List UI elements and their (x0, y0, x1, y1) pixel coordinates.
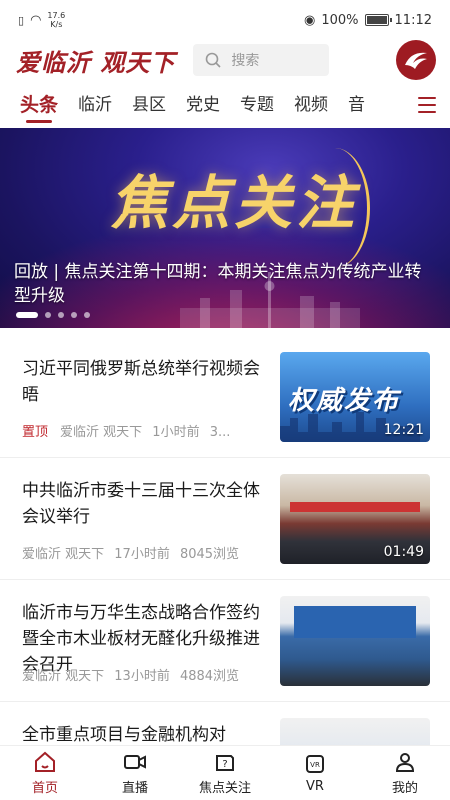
search-box[interactable]: 搜索 (193, 44, 330, 76)
app-logo: 爱临沂 观天下 (16, 47, 176, 77)
banner-title-art: 焦点关注 (110, 169, 359, 237)
carousel-dot[interactable] (58, 312, 64, 318)
news-meta: 爱临沂 观天下 17小时前 8045浏览 (22, 543, 262, 562)
news-item[interactable]: 习近平同俄罗斯总统举行视频会晤 置顶 爱临沂 观天下 1小时前 3... 权威发布… (0, 336, 450, 458)
tab-party-history[interactable]: 党史 (186, 86, 220, 126)
eye-icon: ◉ (304, 12, 316, 28)
category-tabs: 头条 临沂 县区 党史 专题 视频 音 (0, 86, 450, 126)
tab-video[interactable]: 视频 (294, 86, 328, 126)
pinned-badge: 置顶 (22, 425, 49, 440)
menu-icon[interactable] (418, 97, 436, 113)
carousel-indicator (16, 312, 90, 318)
nav-mine[interactable]: 我的 (360, 746, 450, 800)
news-item[interactable]: 临沂市与万华生态战略合作签约暨全市木业板材无醛化升级推进会召开 爱临沂 观天下 … (0, 580, 450, 702)
news-headline: 习近平同俄罗斯总统举行视频会晤 (22, 359, 260, 405)
thumbnail-stage-banner (290, 502, 420, 512)
nav-label: 我的 (391, 781, 418, 796)
video-duration: 12:21 (383, 422, 424, 438)
news-meta: 置顶 爱临沂 观天下 1小时前 3... (22, 421, 262, 440)
thumbnail-screen (294, 606, 416, 638)
news-views: 8045浏览 (179, 547, 240, 562)
tab-topics[interactable]: 专题 (240, 86, 274, 126)
news-thumbnail (280, 596, 430, 686)
vr-headset-icon: VR (306, 755, 324, 773)
nav-label: 首页 (31, 781, 58, 796)
nav-focus[interactable]: ? 焦点关注 (180, 746, 270, 800)
news-time: 17小时前 (114, 547, 170, 562)
nav-label: 直播 (121, 781, 148, 796)
tab-audio[interactable]: 音 (348, 86, 365, 126)
news-item[interactable]: 中共临沂市委十三届十三次全体会议举行 爱临沂 观天下 17小时前 8045浏览 … (0, 458, 450, 580)
tab-linyi[interactable]: 临沂 (78, 86, 112, 126)
news-headline: 中共临沂市委十三届十三次全体会议举行 (22, 481, 260, 527)
focus-banner[interactable]: 焦点关注 回放 | 焦点关注第十四期：本期关注焦点为传统产业转型升级 (0, 128, 450, 328)
news-time: 1小时前 (152, 425, 200, 440)
news-thumbnail: 权威发布 12:21 (280, 352, 430, 442)
svg-text:VR: VR (310, 761, 320, 769)
tab-counties[interactable]: 县区 (132, 86, 166, 126)
search-placeholder: 搜索 (231, 53, 260, 69)
thumbnail-text: 权威发布 (288, 386, 401, 416)
nav-live[interactable]: 直播 (90, 746, 180, 800)
brand-emblem-icon[interactable] (396, 40, 436, 80)
nav-label: VR (306, 779, 324, 794)
battery-percent: 100% (321, 12, 359, 28)
nav-home[interactable]: 首页 (0, 746, 90, 800)
battery-icon (364, 14, 392, 26)
tab-headlines[interactable]: 头条 (20, 86, 58, 126)
svg-text:?: ? (222, 759, 227, 770)
network-speed: 17.6 K/s (47, 11, 66, 29)
news-views: 3... (209, 425, 231, 440)
home-icon (35, 751, 55, 772)
news-time: 13小时前 (114, 669, 170, 684)
carousel-dot[interactable] (71, 312, 77, 318)
banner-caption: 回放 | 焦点关注第十四期：本期关注焦点为传统产业转型升级 (14, 262, 422, 306)
news-source: 爱临沂 观天下 (22, 547, 105, 562)
news-source: 爱临沂 观天下 (22, 669, 105, 684)
bottom-nav: 首页 直播 ? 焦点关注 VR VR 我的 (0, 745, 450, 800)
video-duration: 01:49 (383, 544, 424, 560)
carousel-dot[interactable] (45, 312, 51, 318)
wifi-icon: ◠ (30, 12, 42, 28)
carousel-dot[interactable] (84, 312, 90, 318)
video-camera-icon (124, 755, 146, 769)
user-icon (395, 753, 415, 772)
status-bar: ▯ ◠ 17.6 K/s ◉ 100% 11:12 (0, 0, 450, 40)
app-header: 爱临沂 观天下 搜索 (0, 40, 450, 80)
news-thumbnail: 01:49 (280, 474, 430, 564)
news-meta: 爱临沂 观天下 13小时前 4884浏览 (22, 665, 262, 684)
nav-label: 焦点关注 (198, 781, 251, 796)
carousel-dot[interactable] (16, 312, 38, 318)
search-icon (206, 52, 221, 68)
sim-icon: ▯ (18, 13, 25, 27)
clock: 11:12 (394, 12, 432, 28)
focus-icon: ? (216, 755, 234, 771)
nav-vr[interactable]: VR VR (270, 746, 360, 800)
news-source: 爱临沂 观天下 (60, 425, 143, 440)
news-views: 4884浏览 (179, 669, 240, 684)
